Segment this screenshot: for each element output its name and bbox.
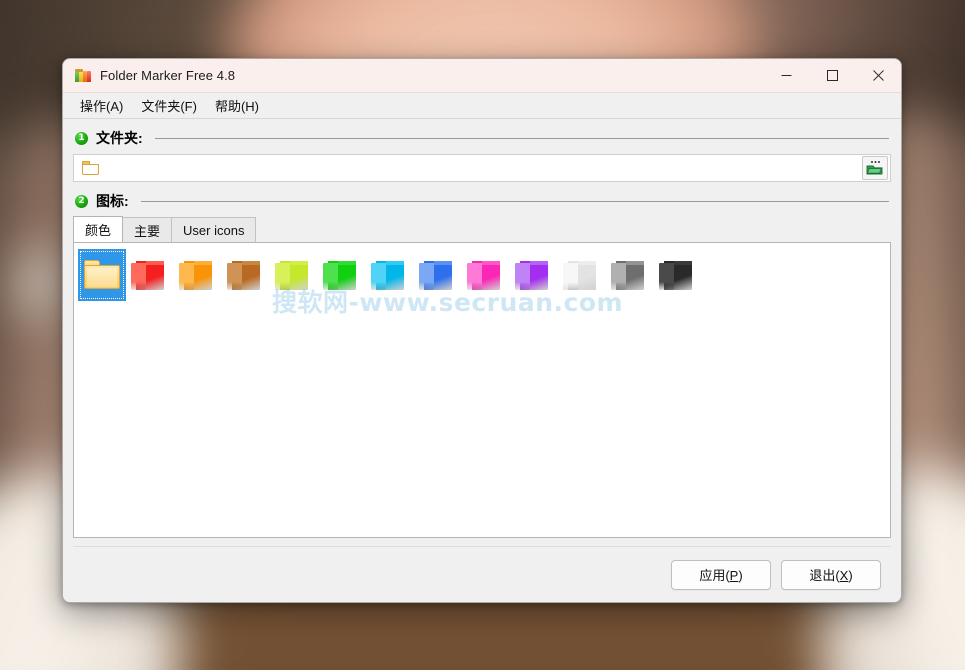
icons-section-title: 图标:: [96, 193, 129, 209]
folder-section-rule: [154, 137, 889, 139]
folder-green-icon: [322, 258, 362, 292]
folder-black-icon: [658, 258, 698, 292]
icon-swatch-folder-gray[interactable]: [606, 249, 654, 301]
step-1-badge: 1: [75, 131, 88, 145]
folder-orange-icon: [178, 258, 218, 292]
icon-swatch-folder-green[interactable]: [318, 249, 366, 301]
browse-folder-button[interactable]: [862, 156, 888, 180]
menu-bar: 操作(A) 文件夹(F) 帮助(H): [63, 93, 901, 119]
icon-grid: [78, 249, 886, 301]
icons-area: 颜色 主要 User icons 搜软网-www.secruan.com: [73, 215, 891, 538]
window-controls: [763, 59, 901, 92]
folder-section-title: 文件夹:: [96, 130, 143, 146]
folder-marker-icon: [75, 68, 91, 84]
menu-folder[interactable]: 文件夹(F): [132, 93, 206, 118]
folder-yellow-default-icon: [82, 258, 122, 292]
folder-purple-icon: [514, 258, 554, 292]
folder-icon: [82, 161, 99, 175]
folder-section-header: 1 文件夹:: [73, 119, 891, 152]
icon-swatch-folder-orange[interactable]: [174, 249, 222, 301]
icon-swatch-folder-white[interactable]: [558, 249, 606, 301]
minimize-icon[interactable]: [763, 59, 809, 92]
icon-swatch-folder-magenta[interactable]: [462, 249, 510, 301]
folder-path-row[interactable]: [73, 154, 891, 182]
icon-swatch-folder-lime[interactable]: [270, 249, 318, 301]
folder-cyan-icon: [370, 258, 410, 292]
exit-button[interactable]: 退出(X): [781, 559, 881, 590]
folder-white-icon: [562, 258, 602, 292]
icon-tabs: 颜色 主要 User icons: [73, 216, 891, 242]
dialog-body: 1 文件夹: 2 图标: 颜色 主要 User icons 搜软网-www.se…: [63, 119, 901, 602]
menu-help[interactable]: 帮助(H): [206, 93, 268, 118]
icon-swatch-folder-black[interactable]: [654, 249, 702, 301]
tab-colors[interactable]: 颜色: [73, 216, 124, 242]
folder-path-input[interactable]: [99, 155, 862, 181]
folder-gray-icon: [610, 258, 650, 292]
window-title: Folder Marker Free 4.8: [100, 68, 236, 83]
maximize-icon[interactable]: [809, 59, 855, 92]
dialog-footer: 应用(P) 退出(X): [73, 546, 891, 602]
step-2-badge: 2: [75, 194, 88, 208]
icons-section-rule: [140, 200, 889, 202]
icon-swatch-folder-blue[interactable]: [414, 249, 462, 301]
apply-button[interactable]: 应用(P): [671, 559, 771, 590]
title-bar[interactable]: Folder Marker Free 4.8: [63, 59, 901, 93]
icons-section-header: 2 图标:: [73, 182, 891, 215]
exit-button-label: 退出(X): [809, 568, 853, 583]
close-icon[interactable]: [855, 59, 901, 92]
tab-user-icons[interactable]: User icons: [171, 217, 257, 242]
menu-action[interactable]: 操作(A): [71, 93, 132, 118]
folder-red-icon: [130, 258, 170, 292]
tab-main[interactable]: 主要: [122, 217, 173, 242]
folder-magenta-icon: [466, 258, 506, 292]
icon-gallery-panel[interactable]: 搜软网-www.secruan.com: [73, 242, 891, 538]
folder-lime-icon: [274, 258, 314, 292]
folder-marker-window: Folder Marker Free 4.8 操作(A) 文件夹(F) 帮助(H…: [62, 58, 902, 603]
icon-swatch-folder-red[interactable]: [126, 249, 174, 301]
folder-blue-icon: [418, 258, 458, 292]
icon-swatch-folder-cyan[interactable]: [366, 249, 414, 301]
icon-swatch-folder-brown[interactable]: [222, 249, 270, 301]
apply-button-label: 应用(P): [699, 568, 743, 583]
folder-brown-icon: [226, 258, 266, 292]
icon-swatch-folder-purple[interactable]: [510, 249, 558, 301]
icon-swatch-folder-yellow-default[interactable]: [78, 249, 126, 301]
open-folder-browse-icon: [866, 161, 883, 175]
